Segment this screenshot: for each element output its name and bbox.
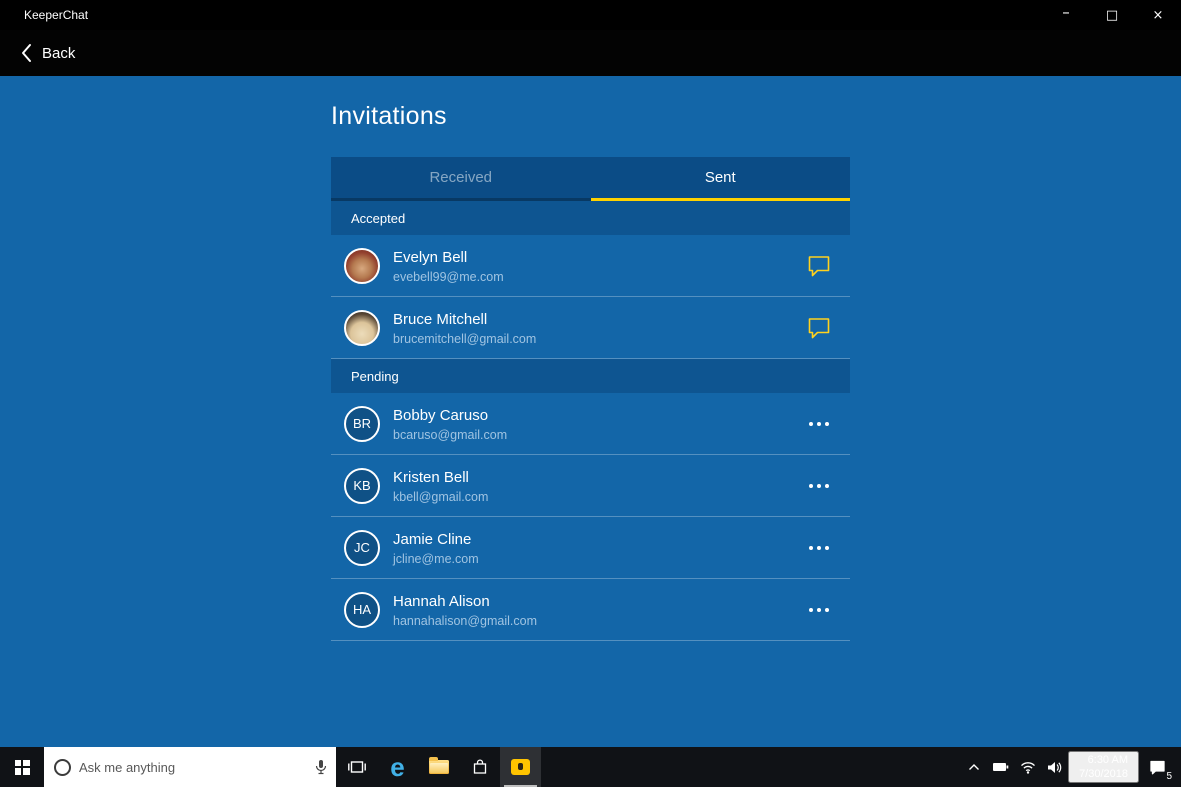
contact-name: Bobby Caruso [393,406,507,425]
avatar: HA [344,592,380,628]
back-bar: Back [0,30,1181,76]
action-center-icon [1149,760,1166,775]
windows-logo-icon [15,760,30,775]
maximize-button[interactable]: □ [1089,0,1135,30]
contact-email: evebell99@me.com [393,270,504,284]
contact-email: kbell@gmail.com [393,490,488,504]
search-input[interactable] [79,760,306,775]
edge-icon [390,754,404,780]
back-label: Back [42,45,75,62]
network-button[interactable] [1014,747,1041,787]
avatar: JC [344,530,380,566]
contact-name: Bruce Mitchell [393,310,536,329]
folder-icon [429,760,449,774]
task-view-button[interactable] [336,747,377,787]
close-button[interactable]: × [1135,0,1181,30]
start-button[interactable] [0,747,44,787]
window-title: KeeperChat [0,8,88,22]
main-content: Invitations Received Sent Accepted Evely… [0,76,1181,747]
wifi-icon [1020,761,1036,774]
clock[interactable]: 6:30 AM 7/30/2018 [1068,751,1139,783]
contact-email: bcaruso@gmail.com [393,428,507,442]
keeperchat-icon [511,759,530,775]
more-options-button[interactable] [802,407,836,441]
battery-button[interactable] [987,747,1014,787]
store-button[interactable] [459,747,500,787]
action-center-button[interactable]: 5 [1139,747,1175,787]
avatar [344,248,380,284]
cortana-icon [54,759,71,776]
page-title: Invitations [331,102,850,131]
contact-name: Jamie Cline [393,530,479,549]
more-options-button[interactable] [802,593,836,627]
contact-name: Evelyn Bell [393,248,504,267]
contact-email: brucemitchell@gmail.com [393,332,536,346]
chat-bubble-button[interactable] [802,249,836,283]
contact-email: hannahalison@gmail.com [393,614,537,628]
chat-bubble-icon [807,317,831,339]
clock-time: 6:30 AM [1079,753,1128,767]
more-options-button[interactable] [802,469,836,503]
window-controls: – □ × [1043,0,1181,30]
contact-row[interactable]: KB Kristen Bell kbell@gmail.com [331,455,850,517]
ellipsis-icon [809,422,829,426]
section-header-pending: Pending [331,359,850,393]
volume-button[interactable] [1041,747,1068,787]
contact-name: Hannah Alison [393,592,537,611]
task-view-icon [348,760,366,774]
avatar [344,310,380,346]
contact-row[interactable]: HA Hannah Alison hannahalison@gmail.com [331,579,850,641]
tab-sent[interactable]: Sent [591,157,851,201]
system-tray: 6:30 AM 7/30/2018 5 [960,747,1181,787]
volume-icon [1047,761,1062,774]
minimize-button[interactable]: – [1043,0,1089,30]
ellipsis-icon [809,546,829,550]
edge-button[interactable] [377,747,418,787]
contact-row[interactable]: JC Jamie Cline jcline@me.com [331,517,850,579]
keeperchat-window: KeeperChat – □ × Back Invitations Receiv… [0,0,1181,787]
chevron-left-icon [20,43,32,63]
avatar: BR [344,406,380,442]
file-explorer-button[interactable] [418,747,459,787]
contact-email: jcline@me.com [393,552,479,566]
contact-name: Kristen Bell [393,468,488,487]
microphone-icon[interactable] [314,759,328,775]
titlebar: KeeperChat – □ × [0,0,1181,30]
notification-badge: 5 [1166,771,1172,782]
contact-row[interactable]: BR Bobby Caruso bcaruso@gmail.com [331,393,850,455]
keeperchat-taskbar-button[interactable] [500,747,541,787]
battery-icon [992,761,1009,773]
tab-received[interactable]: Received [331,157,591,201]
avatar: KB [344,468,380,504]
cortana-search-box[interactable] [44,747,336,787]
section-header-accepted: Accepted [331,201,850,235]
chat-bubble-icon [807,255,831,277]
chevron-up-icon [968,763,980,771]
store-bag-icon [471,758,489,776]
more-options-button[interactable] [802,531,836,565]
back-button[interactable]: Back [0,43,75,63]
contact-row[interactable]: Bruce Mitchell brucemitchell@gmail.com [331,297,850,359]
show-hidden-icons-button[interactable] [960,747,987,787]
clock-date: 7/30/2018 [1079,767,1128,781]
taskbar: 6:30 AM 7/30/2018 5 [0,747,1181,787]
ellipsis-icon [809,484,829,488]
tab-bar: Received Sent [331,157,850,201]
chat-bubble-button[interactable] [802,311,836,345]
contact-row[interactable]: Evelyn Bell evebell99@me.com [331,235,850,297]
ellipsis-icon [809,608,829,612]
